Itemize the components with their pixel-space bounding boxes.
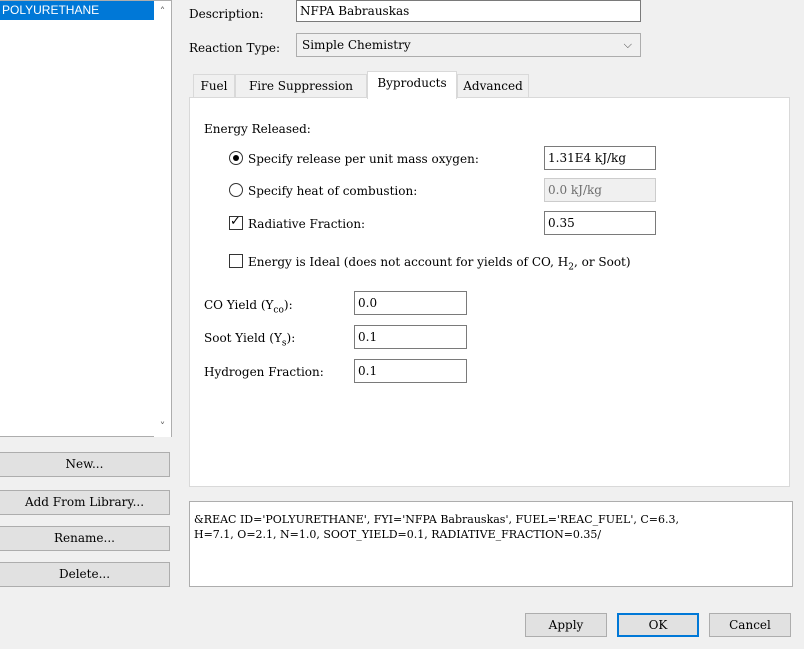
heat-of-combustion-label: Specify heat of combustion: (248, 184, 418, 198)
chevron-up-icon[interactable]: ˄ (154, 3, 171, 20)
specify-release-radio[interactable] (229, 151, 243, 165)
tab-advanced[interactable]: Advanced (457, 74, 529, 98)
cancel-button[interactable]: Cancel (709, 613, 791, 637)
reaction-type-select[interactable]: Simple Chemistry ⌵ (296, 33, 641, 57)
new-button[interactable]: New... (0, 452, 170, 477)
reactions-list[interactable]: POLYURETHANE ˄ ˅ (0, 0, 172, 437)
heat-of-combustion-radio[interactable] (229, 183, 243, 197)
namelist-text-area[interactable]: &REAC ID='POLYURETHANE', FYI='NFPA Babra… (189, 501, 793, 587)
soot-yield-label: Soot Yield (Ys): (204, 331, 296, 349)
reaction-type-label: Reaction Type: (189, 41, 281, 55)
radiative-fraction-input[interactable]: 0.35 (544, 211, 656, 235)
rename-button[interactable]: Rename... (0, 526, 170, 551)
co-yield-input[interactable]: 0.0 (354, 291, 467, 315)
energy-ideal-checkbox[interactable] (229, 254, 243, 268)
co-yield-label: CO Yield (Yco): (204, 298, 293, 316)
chevron-down-icon[interactable]: ˅ (154, 418, 171, 435)
heat-of-combustion-input[interactable]: 0.0 kJ/kg (544, 178, 656, 202)
ok-button[interactable]: OK (617, 613, 699, 637)
checkmark-icon: ✓ (230, 214, 241, 229)
hydrogen-fraction-label: Hydrogen Fraction: (204, 365, 324, 379)
specify-release-input[interactable]: 1.31E4 kJ/kg (544, 146, 656, 170)
radiative-fraction-checkbox[interactable]: ✓ (229, 214, 243, 230)
tab-byproducts[interactable]: Byproducts (367, 71, 457, 99)
energy-released-label: Energy Released: (204, 122, 311, 136)
list-scrollbar[interactable]: ˄ ˅ (154, 1, 171, 437)
list-item-selected[interactable]: POLYURETHANE (0, 1, 154, 20)
add-from-library-button[interactable]: Add From Library... (0, 490, 170, 515)
tab-fuel[interactable]: Fuel (193, 74, 235, 98)
energy-ideal-label: Energy is Ideal (does not account for yi… (248, 255, 631, 273)
specify-release-label: Specify release per unit mass oxygen: (248, 152, 479, 166)
delete-button[interactable]: Delete... (0, 562, 170, 587)
tab-fire-suppression[interactable]: Fire Suppression (235, 74, 367, 98)
reaction-type-value: Simple Chemistry (302, 38, 411, 52)
apply-button[interactable]: Apply (525, 613, 607, 637)
chevron-down-icon: ⌵ (623, 38, 632, 51)
description-label: Description: (189, 7, 264, 21)
hydrogen-fraction-input[interactable]: 0.1 (354, 359, 467, 383)
soot-yield-input[interactable]: 0.1 (354, 325, 467, 349)
description-input[interactable]: NFPA Babrauskas (296, 0, 641, 22)
radiative-fraction-label: Radiative Fraction: (248, 217, 366, 231)
